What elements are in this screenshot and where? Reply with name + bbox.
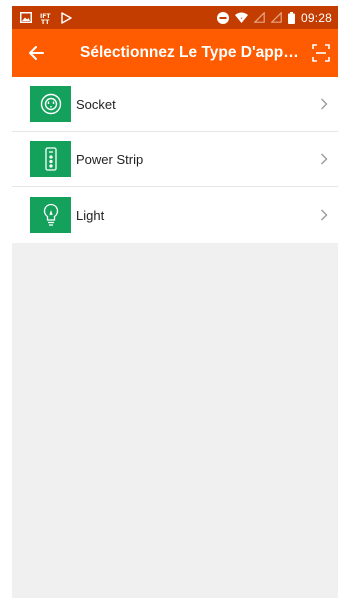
device-type-socket[interactable]: Socket [12,77,338,132]
play-store-icon [61,11,72,24]
ift-icon: IFT TT [40,12,53,24]
power-strip-tile [30,141,71,177]
chevron-right-icon [310,98,338,110]
device-type-label: Light [76,207,105,223]
signal-icon [253,12,265,23]
status-bar: IFT TT 09:28 [12,6,338,29]
chevron-right-icon [310,209,338,221]
power-strip-icon [44,147,57,171]
device-type-power-strip[interactable]: Power Strip [12,132,338,187]
device-type-label: Socket [76,96,116,112]
light-tile [30,197,71,233]
battery-icon [287,11,295,24]
scan-icon [312,44,330,62]
device-type-label: Power Strip [76,151,144,167]
do-not-disturb-icon [216,11,229,24]
device-type-screen: IFT TT 09:28 Sélectionnez Le Type D'appa… [12,6,338,598]
socket-tile [30,86,71,122]
status-time: 09:28 [300,10,332,25]
signal-icon [270,12,282,23]
chevron-right-icon [310,153,338,165]
page-title: Sélectionnez Le Type D'appa... [80,44,304,61]
app-bar: Sélectionnez Le Type D'appa... [12,29,338,77]
back-button[interactable] [12,29,60,77]
image-icon [20,12,32,23]
arrow-left-icon [28,45,44,61]
device-type-light[interactable]: Light [12,187,338,243]
wifi-icon [234,12,248,23]
device-type-list: Socket Power Strip Light [12,77,338,243]
light-bulb-icon [43,203,59,227]
svg-text:TT: TT [41,19,50,24]
socket-icon [40,93,62,115]
scan-button[interactable] [304,29,338,77]
